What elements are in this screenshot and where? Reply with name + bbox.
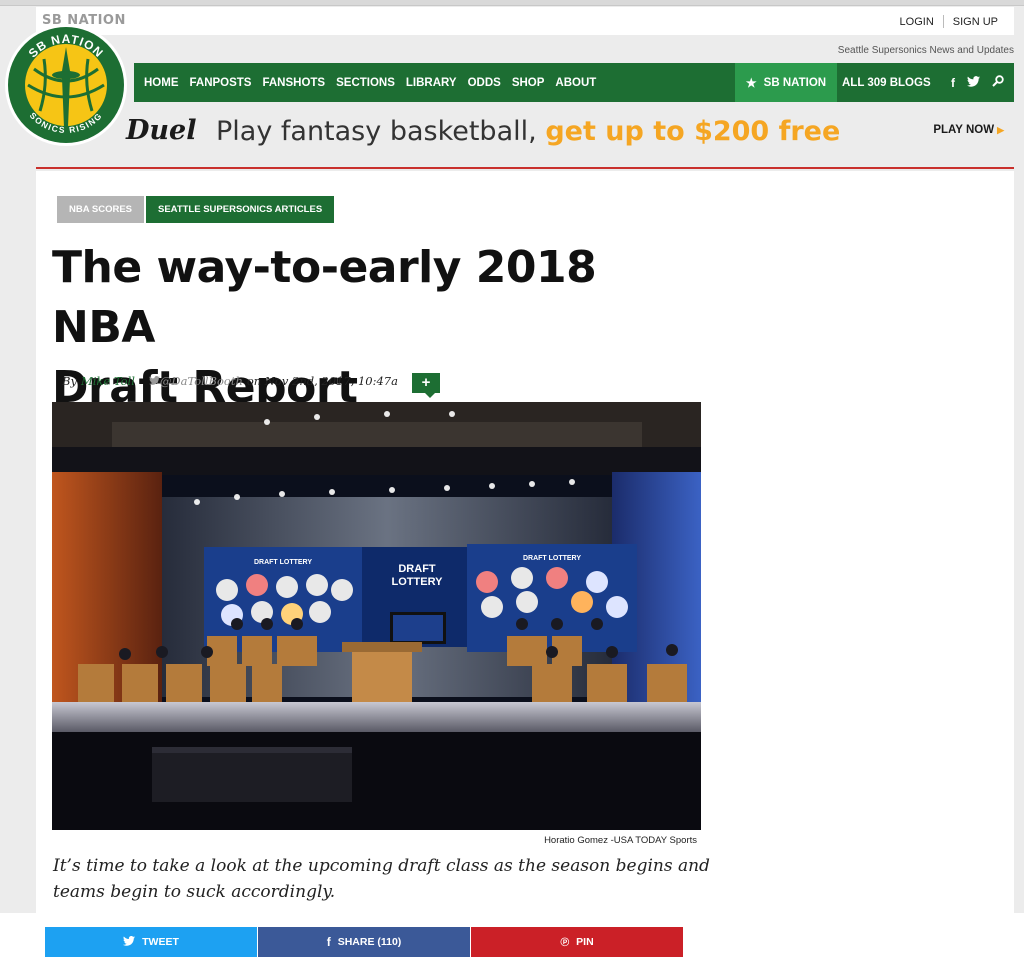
browser-top-strip: [0, 0, 1024, 6]
article-tags: NBA SCORES SEATTLE SUPERSONICS ARTICLES: [57, 196, 335, 223]
ad-text-highlight: get up to $200 free: [545, 116, 841, 147]
nav-social: f: [939, 63, 1004, 102]
all-blogs-link[interactable]: ALL 309 BLOGS: [842, 63, 931, 102]
auth-links: LOGIN SIGN UP: [900, 15, 998, 28]
twitter-icon[interactable]: [967, 75, 980, 90]
photo-sign-line-2: LOTTERY: [392, 576, 444, 588]
facebook-share-label: SHARE (110): [337, 936, 402, 948]
tweet-label: TWEET: [142, 936, 179, 948]
nav-item-fanposts[interactable]: FANPOSTS: [190, 77, 252, 89]
photo-banner-right: DRAFT LOTTERY: [523, 555, 581, 562]
ad-banner[interactable]: Duel Play fantasy basketball, get up to …: [36, 106, 1014, 169]
pin-button[interactable]: ℗ PIN: [471, 927, 683, 957]
tag-sonics-articles[interactable]: SEATTLE SUPERSONICS ARTICLES: [146, 196, 335, 223]
ad-brand: Duel: [126, 115, 197, 146]
article-headline: The way-to-early 2018 NBA Draft Report: [52, 238, 712, 418]
nav-item-shop[interactable]: SHOP: [512, 77, 545, 89]
facebook-icon[interactable]: f: [951, 76, 955, 90]
photo-sign-line-1: DRAFT: [398, 563, 436, 575]
ad-message: Play fantasy basketball, get up to $200 …: [216, 116, 840, 147]
byline: By Mike Toll @DaTollBooth on Nov 2nd, 20…: [62, 374, 398, 388]
tweet-button[interactable]: TWEET: [45, 927, 257, 957]
twitter-bird-icon: [149, 376, 160, 385]
sbnation-button[interactable]: ★ SB NATION: [735, 63, 837, 102]
headline-line-1: The way-to-early 2018 NBA: [52, 242, 597, 353]
pinterest-icon: ℗: [560, 935, 570, 949]
site-tagline: Seattle Supersonics News and Updates: [837, 45, 1014, 56]
auth-divider: [942, 15, 944, 28]
facebook-share-button[interactable]: f SHARE (110): [258, 927, 470, 957]
tag-nba-scores[interactable]: NBA SCORES: [57, 196, 144, 223]
nav-item-sections[interactable]: SECTIONS: [336, 77, 395, 89]
ad-play-now-button[interactable]: PLAY NOW ▶: [933, 124, 1004, 136]
share-bar: TWEET f SHARE (110) ℗ PIN: [45, 927, 683, 957]
facebook-icon: f: [326, 935, 331, 949]
photo-credit: Horatio Gomez -USA TODAY Sports: [544, 835, 697, 846]
nav-item-odds[interactable]: ODDS: [468, 77, 501, 89]
author-link[interactable]: Mike Toll: [81, 374, 135, 388]
twitter-handle: @DaTollBooth: [159, 374, 243, 388]
ad-text-plain: Play fantasy basketball,: [216, 116, 537, 147]
ad-cta-label: PLAY NOW: [933, 124, 995, 136]
pin-label: PIN: [576, 936, 594, 948]
photo-banner-left: DRAFT LOTTERY: [254, 559, 312, 566]
sbnation-label: SB NATION: [763, 76, 827, 89]
login-link[interactable]: LOGIN: [900, 16, 934, 28]
nav-item-about[interactable]: ABOUT: [555, 77, 596, 89]
nav-item-home[interactable]: HOME: [144, 77, 179, 89]
nav-item-library[interactable]: LIBRARY: [406, 77, 457, 89]
twitter-handle-link[interactable]: @DaTollBooth: [149, 374, 243, 388]
nav-menu: HOME FANPOSTS FANSHOTS SECTIONS LIBRARY …: [144, 63, 607, 102]
play-arrow-icon: ▶: [997, 125, 1004, 135]
byline-by: By: [62, 374, 77, 388]
hero-photo: DRAFT LOTTERY DRAFT LOTTERY DRAFT LOTTER…: [52, 402, 701, 830]
search-icon[interactable]: [992, 75, 1004, 90]
article-dek: It’s time to take a look at the upcoming…: [53, 856, 710, 902]
signup-link[interactable]: SIGN UP: [953, 16, 998, 28]
network-bar: SB NATION LOGIN SIGN UP: [36, 7, 1014, 35]
main-nav: HOME FANPOSTS FANSHOTS SECTIONS LIBRARY …: [134, 63, 1014, 102]
twitter-icon: [123, 935, 136, 949]
star-icon: ★: [745, 75, 757, 90]
publish-date: on Nov 2nd, 2017, 10:47a: [246, 374, 398, 388]
nav-item-fanshots[interactable]: FANSHOTS: [262, 77, 325, 89]
more-options-button[interactable]: +: [412, 373, 440, 398]
sonics-rising-logo[interactable]: SB NATION SONICS RISING: [4, 23, 128, 147]
